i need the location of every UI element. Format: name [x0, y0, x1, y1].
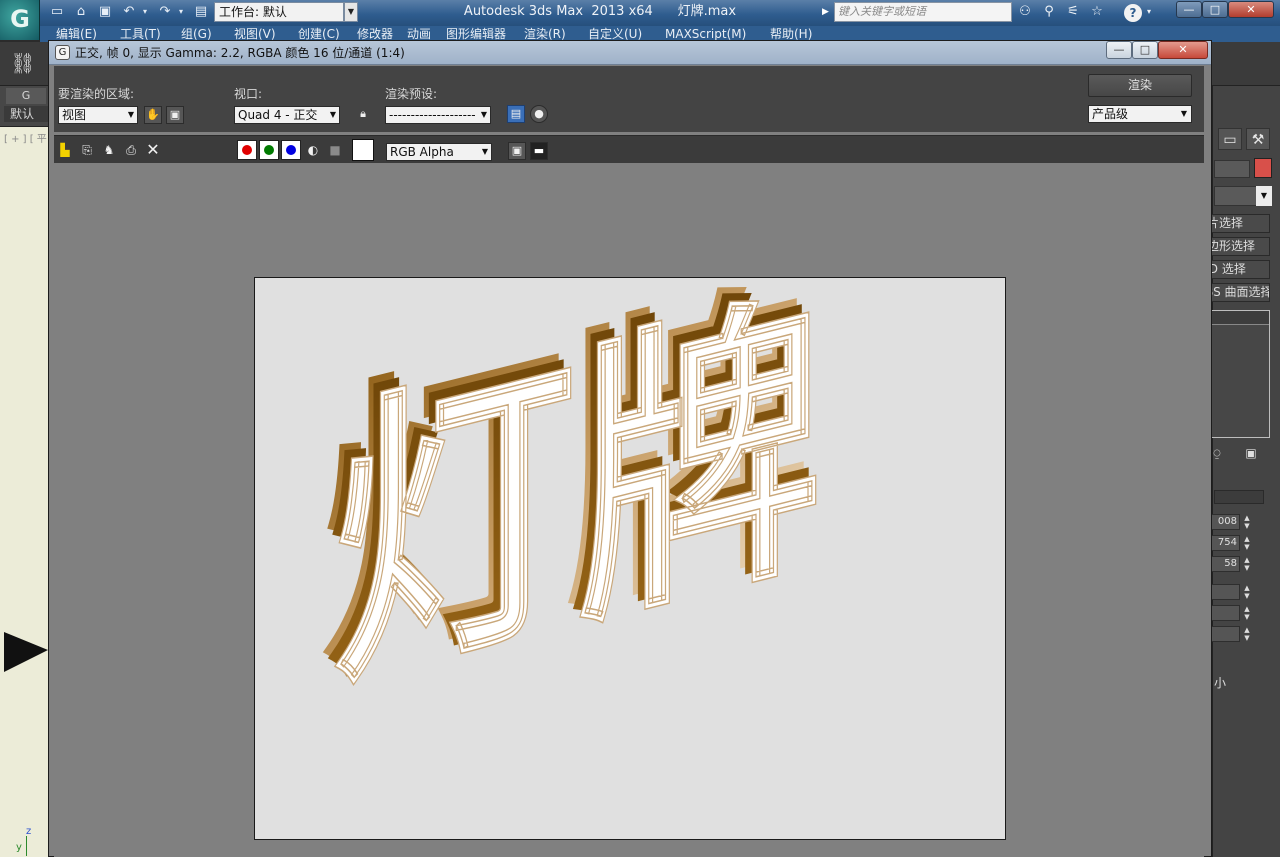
auto-region-icon[interactable]: ▣	[166, 106, 184, 124]
axis-line	[26, 836, 27, 856]
render-quality-select[interactable]: 产品级	[1088, 105, 1192, 123]
display-icon[interactable]: ▭	[1218, 128, 1242, 150]
viewport-label: 视口:	[234, 87, 263, 101]
left-viewport-label[interactable]: [ + ] [ 平	[4, 130, 47, 145]
save-icon[interactable]: ▣	[96, 4, 114, 20]
configure-sets-icon[interactable]: ▣	[1242, 444, 1260, 462]
area-to-render-arrow-icon[interactable]: ▼	[125, 107, 137, 123]
minimize-button[interactable]: —	[1176, 1, 1202, 18]
render-preset-arrow-icon[interactable]: ▼	[478, 107, 490, 123]
rendered-image[interactable]: 灯牌 灯牌 灯牌	[254, 277, 1006, 840]
clear-image-icon[interactable]: ✕	[144, 141, 162, 159]
red-channel-toggle[interactable]	[237, 140, 257, 160]
object-color-swatch[interactable]	[1254, 158, 1272, 178]
render-button[interactable]: 渲染	[1088, 74, 1192, 97]
render-display-toolbar	[54, 135, 1204, 163]
workspace-select[interactable]: 工作台: 默认	[214, 2, 344, 22]
modifier-list-arrow-icon[interactable]: ▼	[1256, 186, 1272, 206]
spinner-arrows-3-icon[interactable]: ▲ ▼	[1242, 556, 1252, 572]
render-setup-icon[interactable]: ▤	[507, 105, 525, 123]
blue-channel-dot	[286, 145, 296, 155]
object-name-field[interactable]	[1214, 160, 1250, 178]
monochrome-icon[interactable]: ■	[326, 141, 344, 159]
area-to-render-label: 要渲染的区域:	[58, 87, 135, 101]
link-icon[interactable]: ⛓	[10, 50, 36, 76]
undo-dropdown-icon[interactable]: ▾	[140, 4, 150, 20]
key-icon[interactable]: ⚲	[1040, 4, 1058, 20]
green-channel-dot	[264, 145, 274, 155]
open-folder-icon[interactable]: ⌂	[72, 4, 90, 20]
app-logo-glyph: G	[10, 5, 30, 33]
axis-z-label: z	[26, 826, 32, 837]
display-channel-select[interactable]: RGB Alpha	[386, 143, 492, 161]
render-preset-select[interactable]: --------------------	[385, 106, 491, 124]
nurbs-surface-select-button[interactable]: NURBS 曲面选择	[1206, 283, 1270, 302]
viewport-select[interactable]: Quad 4 - 正交	[234, 106, 340, 124]
modifier-stack-header	[1207, 311, 1269, 325]
redo-dropdown-icon[interactable]: ▾	[176, 4, 186, 20]
favorites-star-icon[interactable]: ☆	[1088, 4, 1106, 20]
rendered-3d-text-graphic: 灯牌 灯牌 灯牌	[318, 278, 823, 731]
utilities-hammer-icon[interactable]: ⚒	[1246, 128, 1270, 150]
axis-y-label: y	[16, 842, 22, 853]
spinner-arrows-2-icon[interactable]: ▲ ▼	[1242, 535, 1252, 551]
render-settings-panel	[54, 66, 1204, 132]
maximize-button[interactable]: □	[1202, 1, 1228, 18]
render-quality-arrow-icon[interactable]: ▼	[1178, 106, 1190, 122]
binoculars-icon[interactable]: ⚇	[1016, 4, 1034, 20]
satellite-icon[interactable]: ⚟	[1064, 4, 1082, 20]
viewport-select-arrow-icon[interactable]: ▼	[327, 107, 339, 123]
alpha-channel-icon[interactable]: ◐	[304, 141, 322, 159]
lock-viewport-icon[interactable]: 🔒︎	[354, 106, 372, 124]
save-image-icon[interactable]: ▙	[56, 141, 74, 159]
close-button[interactable]: ✕	[1228, 1, 1274, 18]
ffd-select-button[interactable]: FFD 选择	[1206, 260, 1270, 279]
help-icon[interactable]: ?	[1124, 4, 1142, 22]
search-expand-icon[interactable]: ▶	[822, 2, 832, 22]
search-input[interactable]: 键入关键字或短语	[834, 2, 1012, 22]
left-viewport[interactable]	[0, 126, 50, 857]
color-swatch[interactable]	[352, 139, 374, 161]
app-logo-button[interactable]: G	[0, 0, 40, 40]
spinner-arrows-5-icon[interactable]: ▲ ▼	[1242, 605, 1252, 621]
spinner-arrows-1-icon[interactable]: ▲ ▼	[1242, 514, 1252, 530]
render-window-close-button[interactable]: ✕	[1158, 41, 1208, 59]
undo-icon[interactable]: ↶	[120, 4, 138, 20]
help-dropdown-icon[interactable]: ▾	[1144, 4, 1154, 20]
parameters-rollout[interactable]	[1214, 490, 1264, 504]
green-channel-toggle[interactable]	[259, 140, 279, 160]
render-preset-label: 渲染预设:	[385, 87, 438, 101]
redo-icon[interactable]: ↷	[156, 4, 174, 20]
print-image-icon[interactable]: ⎙	[122, 141, 140, 159]
edit-region-icon[interactable]: ✋	[144, 106, 162, 124]
workspace-dropdown-icon[interactable]: ▼	[344, 2, 358, 22]
red-channel-dot	[242, 145, 252, 155]
spinner-arrows-6-icon[interactable]: ▲ ▼	[1242, 626, 1252, 642]
render-window-minimize-button[interactable]: —	[1106, 41, 1132, 59]
render-window-logo-icon: G	[55, 45, 70, 60]
left-default-label[interactable]: 默认	[4, 106, 48, 122]
project-folder-icon[interactable]: ▤	[192, 4, 210, 20]
patch-select-button[interactable]: 面片选择	[1206, 214, 1270, 233]
app-title: Autodesk 3ds Max 2013 x64 灯牌.max	[463, 4, 737, 19]
render-window-maximize-button[interactable]: □	[1132, 41, 1158, 59]
clone-window-icon[interactable]: ♞	[100, 141, 118, 159]
display-channel-arrow-icon[interactable]: ▼	[479, 144, 491, 160]
left-tab[interactable]: G	[6, 88, 46, 104]
environment-effects-icon[interactable]: ●	[530, 105, 548, 123]
command-panel-small-label: 小	[1214, 676, 1227, 690]
copy-image-icon[interactable]: ⎘	[78, 141, 96, 159]
poly-select-button[interactable]: 多边形选择	[1206, 237, 1270, 256]
toggle-ui-overlay-icon[interactable]: ▣	[508, 142, 526, 160]
blue-channel-toggle[interactable]	[281, 140, 301, 160]
viewport-object-shape	[4, 632, 48, 672]
spinner-arrows-4-icon[interactable]: ▲ ▼	[1242, 584, 1252, 600]
render-window-title: 正交, 帧 0, 显示 Gamma: 2.2, RGBA 颜色 16 位/通道 …	[75, 46, 405, 60]
modifier-stack-list[interactable]	[1206, 310, 1270, 438]
toggle-ui-icon[interactable]: ▬	[530, 142, 548, 160]
new-file-icon[interactable]: ▭	[48, 4, 66, 20]
